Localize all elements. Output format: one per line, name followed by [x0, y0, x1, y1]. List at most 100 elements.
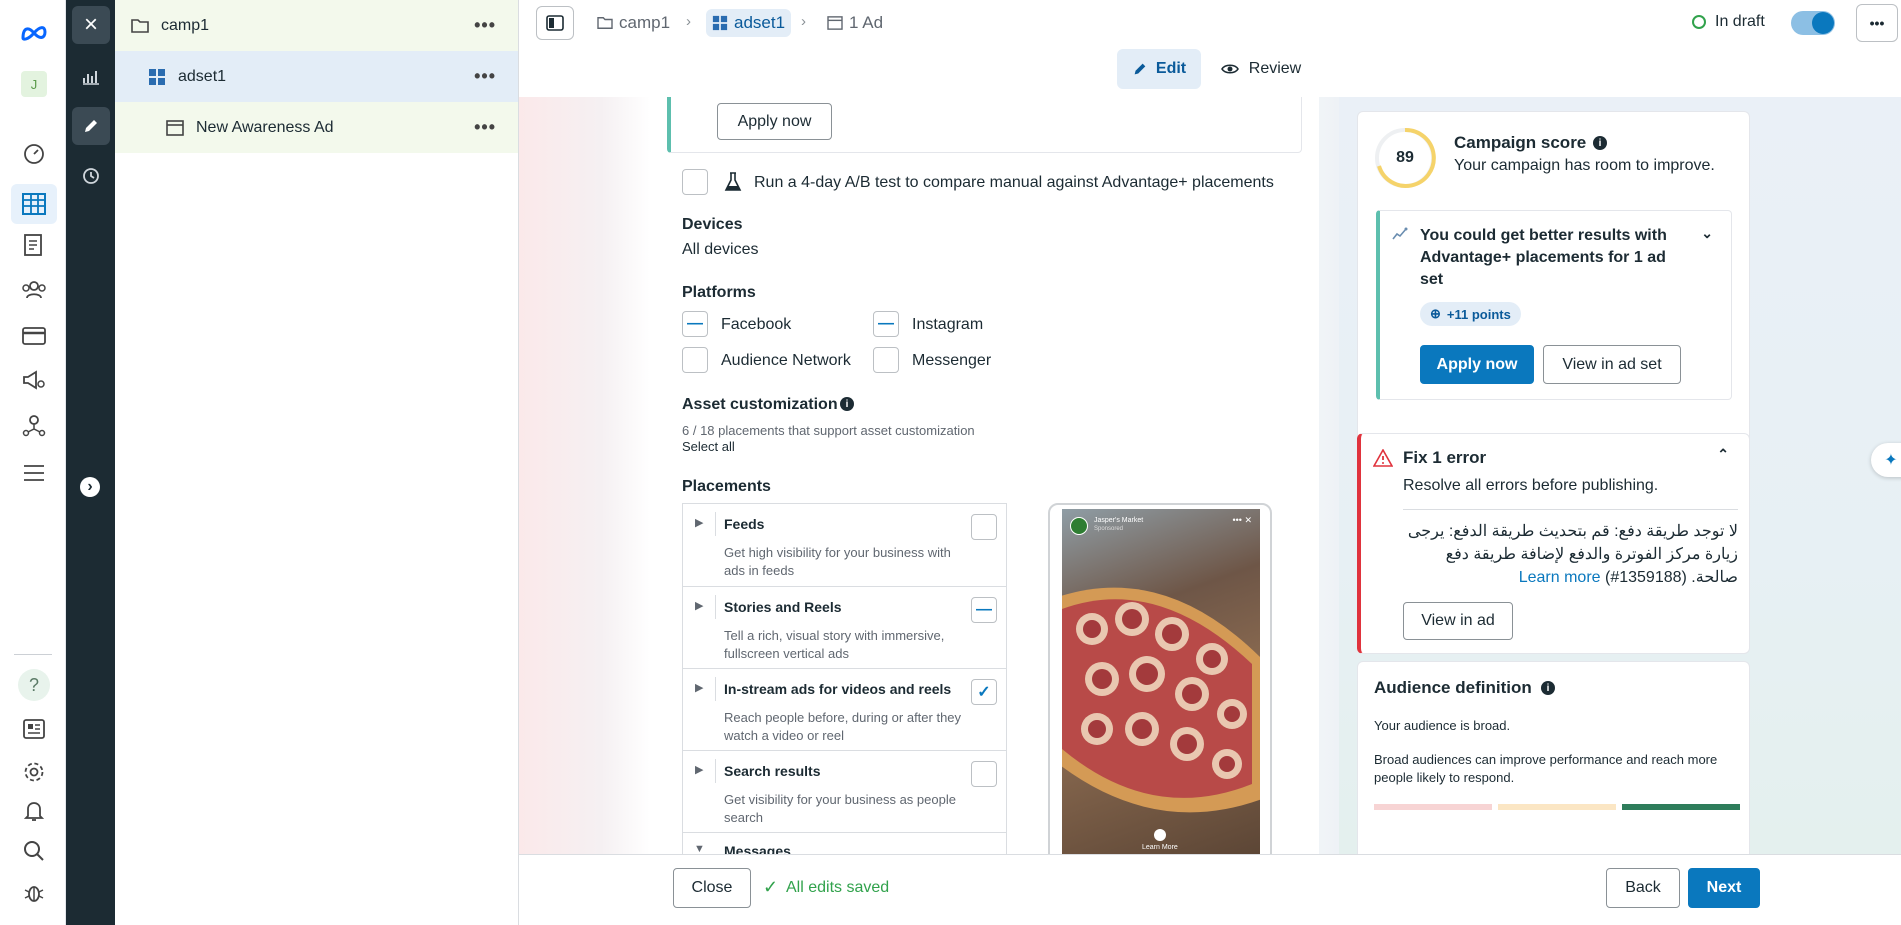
breadcrumb-ad[interactable]: 1 Ad: [827, 9, 883, 37]
tree-item-label: New Awareness Ad: [196, 118, 334, 136]
more-options-button[interactable]: •••: [1856, 4, 1898, 42]
caret-down-icon[interactable]: ▼: [694, 843, 705, 854]
caret-right-icon[interactable]: ▶: [695, 681, 703, 694]
next-button[interactable]: Next: [1688, 868, 1760, 908]
placements-title: Placements: [682, 478, 771, 495]
close-icon[interactable]: ×: [72, 6, 110, 44]
view-in-ad-set-button[interactable]: View in ad set: [1543, 345, 1681, 384]
network-icon[interactable]: [18, 409, 50, 441]
placement-desc: Get high visibility for your business wi…: [724, 545, 951, 578]
footer-bar: Close ✓ All edits saved Back Next: [519, 854, 1901, 925]
asset-customization-desc: 6 / 18 placements that support asset cus…: [682, 423, 975, 438]
placement-messages[interactable]: ▼ Messages: [683, 832, 1006, 854]
app-window: J ? × › camp1 ••• adset1 ••• New Awarene…: [0, 0, 1901, 925]
tree-item-campaign[interactable]: camp1 •••: [115, 0, 518, 51]
assistant-icon[interactable]: ✦: [1871, 443, 1901, 477]
tab-review-label: Review: [1248, 60, 1302, 77]
pencil-icon: [1134, 63, 1146, 75]
meta-logo[interactable]: [18, 17, 50, 49]
more-options-icon[interactable]: •••: [474, 117, 496, 138]
history-icon[interactable]: [72, 157, 110, 195]
campaign-tree: camp1 ••• adset1 ••• New Awareness Ad ••…: [115, 0, 519, 925]
ab-test-checkbox[interactable]: [682, 169, 708, 195]
campaign-score-card: 89 Campaign score i Your campaign has ro…: [1357, 111, 1750, 449]
billing-icon[interactable]: [18, 320, 50, 352]
placement-desc: Get visibility for your business as peop…: [724, 792, 956, 825]
menu-icon[interactable]: [18, 457, 50, 489]
settings-icon[interactable]: [18, 756, 50, 788]
rail-divider: [14, 654, 52, 655]
chevron-down-icon[interactable]: ⌄: [1701, 225, 1713, 242]
help-icon[interactable]: ?: [18, 669, 50, 701]
expand-icon[interactable]: ›: [80, 477, 100, 497]
trend-icon: [1392, 227, 1408, 240]
news-icon[interactable]: [18, 713, 50, 745]
error-title: Fix 1 error: [1403, 448, 1487, 467]
instagram-checkbox[interactable]: —: [873, 311, 899, 337]
chart-icon[interactable]: [72, 58, 110, 96]
info-icon[interactable]: i: [1541, 681, 1555, 695]
placement-feeds[interactable]: ▶ Feeds Get high visibility for your bus…: [683, 504, 1006, 586]
dashboard-icon[interactable]: [18, 138, 50, 170]
placement-search[interactable]: ▶ Search results Get visibility for your…: [683, 750, 1006, 832]
messenger-checkbox[interactable]: [873, 347, 899, 373]
caret-right-icon[interactable]: ▶: [695, 516, 703, 529]
flask-icon: [724, 172, 742, 191]
more-options-icon[interactable]: •••: [474, 15, 496, 36]
chevron-up-icon[interactable]: ⌃: [1717, 446, 1729, 463]
score-desc: Your campaign has room to improve.: [1454, 157, 1715, 174]
recommendation-title: You could get better results with Advant…: [1420, 227, 1667, 288]
placement-instream[interactable]: ▶ In-stream ads for videos and reels ✓ R…: [683, 668, 1006, 750]
ads-icon[interactable]: [18, 364, 50, 396]
learn-more-link[interactable]: Learn more: [1519, 569, 1601, 586]
ad-icon: [166, 119, 184, 136]
caret-right-icon[interactable]: ▶: [695, 763, 703, 776]
facebook-checkbox[interactable]: —: [682, 311, 708, 337]
ab-test-label: Run a 4-day A/B test to compare manual a…: [754, 174, 1274, 191]
select-all-link[interactable]: Select all: [682, 439, 735, 454]
table-icon[interactable]: [11, 184, 57, 224]
apply-now-button[interactable]: Apply now: [1420, 345, 1534, 384]
tab-review[interactable]: Review: [1216, 49, 1306, 89]
devices-value[interactable]: All devices: [682, 241, 758, 259]
pencil-icon[interactable]: [72, 107, 110, 145]
tab-edit[interactable]: Edit: [1117, 49, 1201, 89]
tree-item-adset[interactable]: adset1 •••: [115, 51, 518, 102]
draft-toggle[interactable]: [1791, 11, 1835, 35]
close-icon: ••• ✕: [1232, 515, 1253, 525]
view-in-ad-button[interactable]: View in ad: [1403, 602, 1513, 640]
close-button[interactable]: Close: [673, 868, 751, 908]
placement-checkbox[interactable]: —: [971, 597, 997, 623]
main-editor-area: Apply now Run a 4-day A/B test to compar…: [519, 97, 1339, 854]
bell-icon[interactable]: [18, 795, 50, 827]
placement-title: Messages: [724, 843, 791, 854]
score-value: 89: [1396, 149, 1414, 166]
placement-checkbox[interactable]: ✓: [971, 679, 997, 705]
placement-checkbox[interactable]: [971, 761, 997, 787]
breadcrumb-adset[interactable]: adset1: [706, 9, 792, 37]
bug-icon[interactable]: [18, 876, 50, 908]
info-icon[interactable]: i: [840, 397, 854, 411]
placement-stories-reels[interactable]: ▶ Stories and Reels — Tell a rich, visua…: [683, 586, 1006, 668]
folder-icon: [597, 17, 613, 29]
back-button[interactable]: Back: [1606, 868, 1680, 908]
chevron-right-icon: ›: [686, 13, 691, 30]
pages-icon[interactable]: [18, 229, 50, 261]
placement-title: In-stream ads for videos and reels: [724, 681, 952, 697]
apply-now-button[interactable]: Apply now: [717, 103, 832, 140]
audience-icon[interactable]: [18, 274, 50, 306]
more-options-icon[interactable]: •••: [474, 66, 496, 87]
draft-status: In draft: [1715, 13, 1765, 30]
search-icon[interactable]: [18, 835, 50, 867]
avatar[interactable]: J: [18, 68, 50, 100]
info-icon[interactable]: i: [1593, 136, 1607, 150]
placement-checkbox[interactable]: [971, 514, 997, 540]
ad-preview-image: Jasper's Market Sponsored ••• ✕ Learn Mo…: [1062, 509, 1260, 854]
panel-toggle-icon[interactable]: [536, 6, 574, 40]
save-status: All edits saved: [786, 879, 890, 896]
breadcrumb-campaign[interactable]: camp1: [597, 9, 670, 37]
error-message: لا توجد طريقة دفع: قم بتحديث طريقة الدفع…: [1403, 520, 1738, 589]
caret-right-icon[interactable]: ▶: [695, 599, 703, 612]
audience-network-checkbox[interactable]: [682, 347, 708, 373]
tree-item-ad[interactable]: New Awareness Ad •••: [115, 102, 518, 153]
